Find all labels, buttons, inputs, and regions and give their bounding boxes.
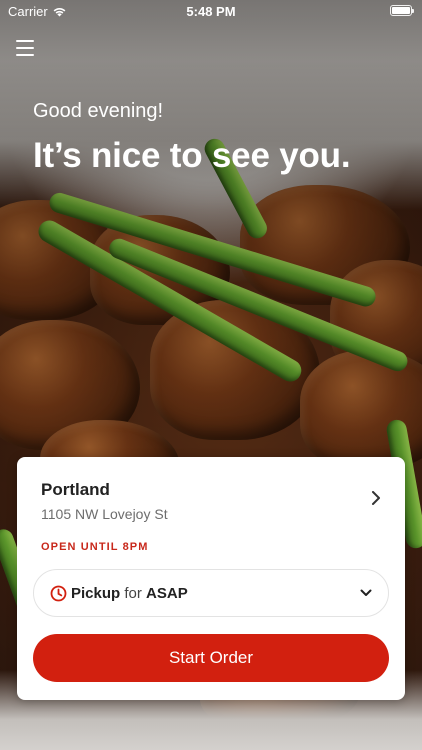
order-connector: for [124, 584, 142, 602]
location-hours-status: OPEN UNTIL 8PM [41, 541, 149, 553]
order-mode: Pickup [71, 584, 121, 602]
pickup-summary: Pickup for ASAP [71, 585, 188, 602]
chevron-right-icon[interactable] [369, 491, 383, 505]
battery-icon [390, 5, 414, 16]
welcome-headline: It’s nice to see you. [33, 136, 351, 175]
order-card: Portland 1105 NW Lovejoy St OPEN UNTIL 8… [17, 457, 405, 700]
location-name: Portland [41, 480, 110, 499]
location-address: 1105 NW Lovejoy St [41, 506, 168, 522]
start-order-button[interactable]: Start Order [33, 634, 389, 682]
clock-icon [50, 585, 67, 601]
status-time: 5:48 PM [186, 4, 236, 19]
chevron-down-icon [360, 589, 372, 596]
greeting-text: Good evening! [33, 100, 164, 122]
menu-icon[interactable] [16, 40, 34, 56]
pickup-time-selector[interactable]: Pickup for ASAP [33, 569, 389, 617]
order-time: ASAP [146, 584, 188, 602]
status-bar: Carrier 5:48 PM [0, 0, 422, 22]
